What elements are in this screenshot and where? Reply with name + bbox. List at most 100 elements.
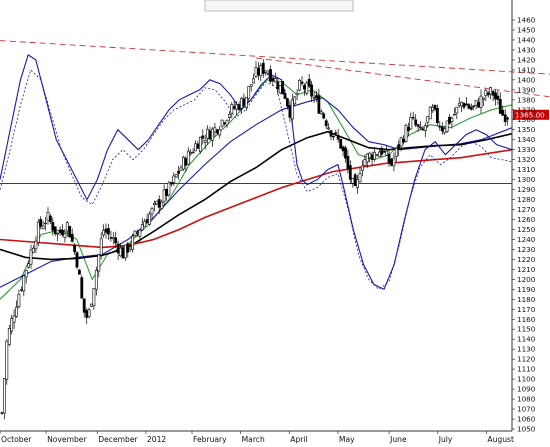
candle-body	[416, 124, 420, 127]
y-tick-label: 1380	[517, 95, 536, 104]
candle-body	[87, 309, 91, 317]
y-tick-label: 1250	[517, 225, 536, 234]
candle-body	[138, 230, 142, 237]
y-tick-label: 1460	[517, 15, 536, 24]
candle-body	[346, 155, 350, 169]
candle-body	[104, 228, 108, 233]
candle-body	[196, 143, 200, 149]
y-tick-label: 1310	[517, 165, 536, 174]
y-tick-label: 1120	[517, 355, 536, 364]
candle-body	[494, 92, 497, 100]
candle-body	[124, 244, 127, 259]
y-tick-label: 1170	[517, 305, 536, 314]
y-tick-label: 1110	[517, 365, 536, 374]
candle-body	[15, 306, 18, 317]
candle-body	[179, 167, 183, 171]
candle-body	[450, 117, 454, 122]
x-tick-label: May	[339, 435, 355, 444]
candle-body	[273, 78, 277, 83]
candle-body	[145, 219, 149, 223]
candle-body	[290, 99, 294, 120]
candle-body	[19, 289, 23, 291]
y-tick-label: 1180	[517, 295, 536, 304]
candle-body	[128, 246, 132, 250]
candle-body	[70, 234, 74, 242]
candle-body	[394, 147, 398, 157]
candle-body	[457, 103, 461, 106]
candle-body	[385, 150, 389, 156]
candle-body	[102, 230, 106, 236]
candle-body	[242, 98, 246, 107]
candle-body	[373, 151, 376, 160]
candle-body	[80, 277, 84, 299]
candle-body	[5, 340, 9, 380]
y-tick-label: 1100	[517, 375, 536, 384]
price-chart: 1365.00 10501060107010801090110011101120…	[0, 0, 550, 444]
chart-stage: 1365.00 1050 1060 1070 1080 1090 1100 1110 1120…	[0, 0, 550, 447]
candle-body	[259, 65, 263, 77]
y-tick-label: 1350	[517, 125, 536, 134]
candle-body	[177, 170, 181, 174]
y-tick-label: 1050	[517, 425, 536, 434]
y-tick-label: 1450	[517, 25, 536, 34]
candle-body	[157, 199, 161, 208]
candle-body	[406, 126, 410, 132]
candle-body	[469, 106, 473, 110]
candle-body	[46, 212, 50, 221]
candle-body	[276, 82, 280, 90]
candle-body	[264, 70, 268, 73]
x-tick-label: December	[98, 435, 138, 444]
candle-body	[82, 298, 86, 313]
y-tick-label: 1290	[517, 185, 536, 194]
candle-body	[160, 201, 164, 209]
candle-body	[39, 219, 43, 227]
trend-line-2	[255, 57, 550, 98]
candle-body	[133, 230, 137, 236]
candle-body	[244, 96, 248, 108]
candle-body	[56, 232, 60, 235]
candle-body	[491, 91, 495, 96]
candle-body	[27, 263, 31, 268]
y-tick-label: 1270	[517, 205, 536, 214]
candle-body	[143, 221, 147, 227]
candle-body	[41, 225, 45, 229]
y-tick-label: 1150	[517, 325, 536, 334]
candle-body	[235, 104, 239, 110]
y-tick-label: 1090	[517, 385, 536, 394]
y-tick-label: 1130	[517, 345, 536, 354]
candle-body	[182, 157, 185, 170]
axes-layer: 1050106010701080109011001110112011301140…	[0, 0, 536, 444]
candle-body	[199, 136, 202, 152]
candle-body	[428, 106, 432, 120]
y-tick-label: 1070	[517, 405, 536, 414]
candle-body	[344, 147, 347, 159]
candle-body	[136, 232, 139, 234]
candle-body	[452, 114, 456, 116]
candle-body	[327, 127, 331, 130]
candle-body	[448, 116, 451, 124]
candle-body	[307, 78, 311, 87]
candle-body	[433, 104, 437, 110]
candle-body	[419, 126, 422, 129]
candle-body	[61, 230, 64, 236]
candle-body	[208, 130, 212, 140]
candle-body	[218, 129, 222, 136]
candle-body	[97, 254, 101, 272]
title-tab	[204, 0, 354, 12]
candle-body	[305, 82, 309, 94]
candle-body	[119, 247, 122, 257]
candle-body	[121, 247, 125, 259]
candle-body	[68, 226, 72, 238]
candle-body	[397, 144, 401, 150]
candle-body	[150, 208, 154, 215]
x-tick-label: July	[438, 435, 453, 444]
candle-body	[465, 103, 468, 106]
candle-body	[399, 137, 403, 147]
candle-body	[426, 116, 430, 123]
candle-body	[174, 174, 178, 178]
candle-body	[278, 85, 282, 94]
candle-body	[78, 269, 81, 275]
candle-body	[431, 106, 435, 112]
candle-body	[368, 152, 372, 159]
candle-body	[228, 114, 231, 118]
